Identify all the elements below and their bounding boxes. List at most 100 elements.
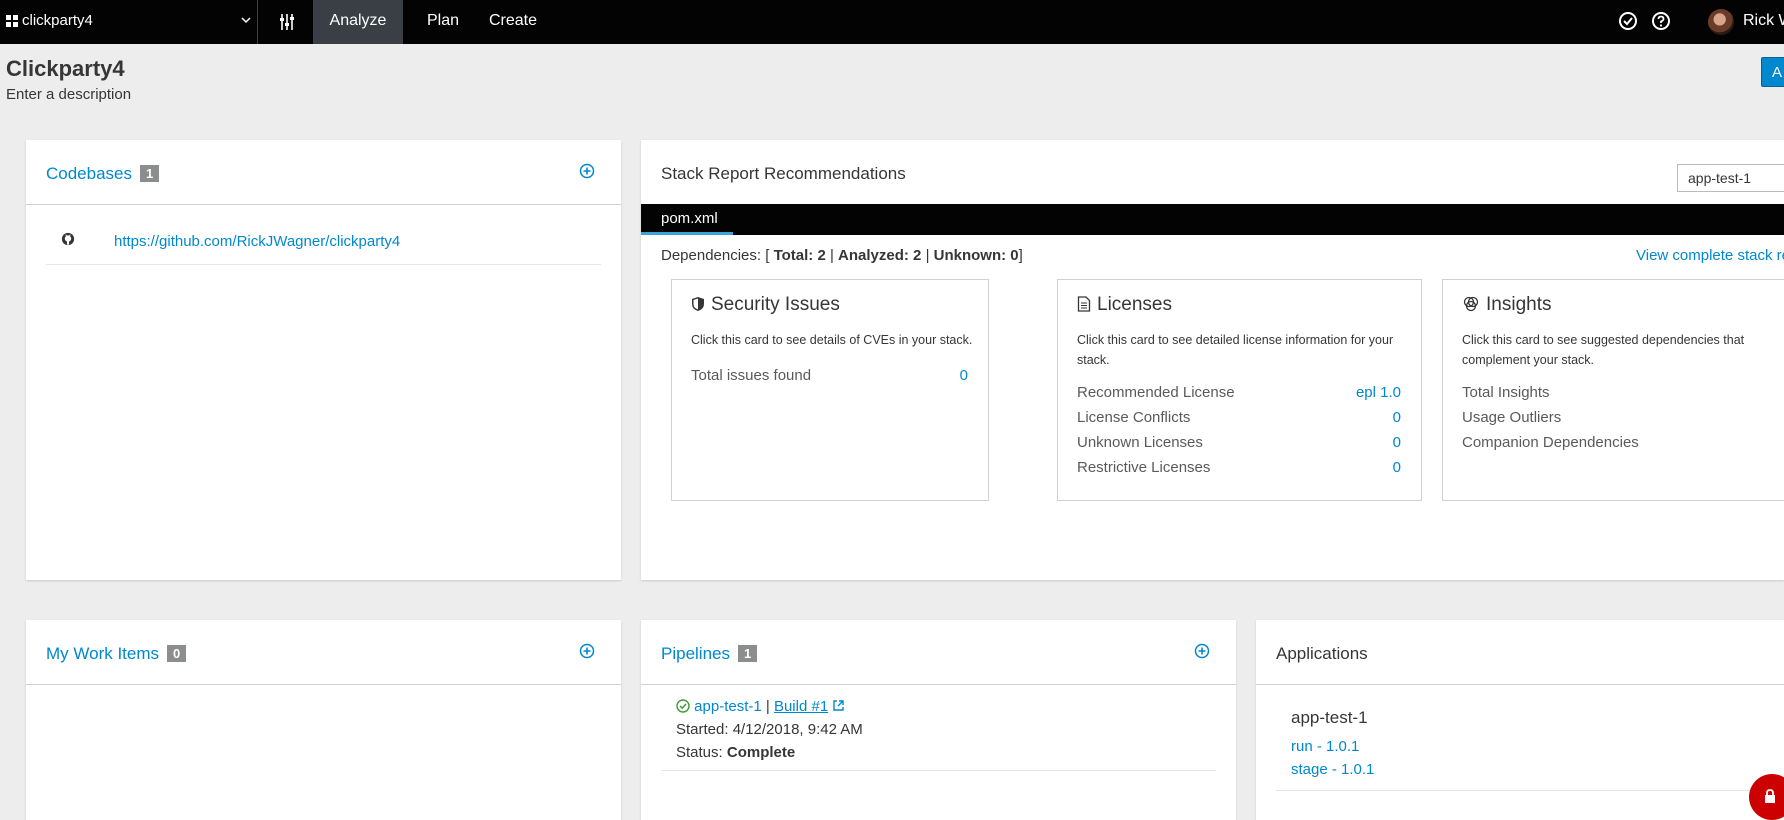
external-link-icon[interactable] — [832, 699, 845, 712]
insights-icon — [1463, 296, 1479, 312]
security-row-label: Total issues found — [691, 367, 812, 384]
view-complete-stack-report-link[interactable]: View complete stack re — [1636, 247, 1784, 264]
license-row-label: Unknown Licenses — [1077, 434, 1203, 451]
github-icon — [61, 232, 75, 246]
environment-link-stage[interactable]: stage - 1.0.1 — [1291, 761, 1374, 778]
work-items-card: My Work Items 0 — [26, 620, 621, 820]
divider — [1276, 790, 1784, 791]
work-items-card-header: My Work Items 0 — [26, 620, 621, 685]
build-link[interactable]: Build #1 — [774, 698, 828, 715]
pipelines-card-header: Pipelines 1 — [641, 620, 1236, 685]
work-items-count-badge: 0 — [167, 645, 187, 662]
licenses-title: Licenses — [1097, 294, 1172, 315]
insights-card[interactable]: Insights Click this card to see suggeste… — [1442, 279, 1784, 501]
work-items-title[interactable]: My Work Items 0 — [46, 644, 187, 664]
pipeline-status: Status: Complete — [676, 744, 795, 761]
licenses-card[interactable]: Licenses Click this card to see detailed… — [1057, 279, 1422, 501]
tab-create[interactable]: Create — [484, 0, 542, 44]
license-row-value[interactable]: 0 — [1393, 409, 1401, 426]
license-row: Recommended License epl 1.0 — [1077, 384, 1401, 401]
security-issues-description: Click this card to see details of CVEs i… — [691, 333, 973, 347]
license-row-label: License Conflicts — [1077, 409, 1191, 426]
stack-report-card: Stack Report Recommendations app-test-1 … — [641, 140, 1784, 580]
page-description[interactable]: Enter a description — [6, 86, 131, 103]
insight-row: Companion Dependencies3 — [1462, 434, 1784, 451]
pipelines-title-label[interactable]: Pipelines — [661, 644, 730, 663]
stack-report-title: Stack Report Recommendations — [661, 164, 906, 183]
deps-total: Total: 2 — [773, 247, 826, 264]
deps-prefix: Dependencies: [ — [661, 247, 774, 264]
pipelines-card: Pipelines 1 app-test-1 | Build #1 Started… — [641, 620, 1236, 820]
codebases-title-label[interactable]: Codebases — [46, 164, 132, 183]
codebases-title[interactable]: Codebases 1 — [46, 164, 160, 184]
pipeline-status-label: Status: — [676, 744, 727, 761]
license-row-label: Restrictive Licenses — [1077, 459, 1211, 476]
shield-icon — [692, 297, 704, 311]
divider — [46, 264, 601, 265]
license-row-value[interactable]: epl 1.0 — [1356, 384, 1401, 401]
pipeline-app-link[interactable]: app-test-1 — [694, 698, 762, 715]
security-row: Total issues found 0 — [691, 367, 968, 384]
tab-pom-xml[interactable]: pom.xml — [641, 204, 733, 235]
insights-heading: Insights — [1462, 294, 1551, 316]
page-title: Clickparty4 — [6, 56, 125, 81]
pipeline-row: app-test-1 | Build #1 — [676, 698, 845, 715]
work-items-title-label[interactable]: My Work Items — [46, 644, 159, 663]
insights-description: Click this card to see suggested depende… — [1462, 333, 1745, 367]
deps-suffix: ] — [1018, 247, 1023, 264]
lock-icon — [1765, 789, 1775, 803]
pipeline-started: Started: 4/12/2018, 9:42 AM — [676, 721, 863, 738]
check-circle-icon[interactable] — [1618, 11, 1638, 31]
dependencies-summary: Dependencies: [ Total: 2 | Analyzed: 2 |… — [661, 247, 1023, 264]
document-icon — [1077, 296, 1091, 312]
grid-icon — [6, 15, 19, 28]
insight-row: Usage Outliers0 — [1462, 409, 1784, 426]
avatar[interactable] — [1708, 9, 1734, 35]
insight-row-label: Total Insights — [1462, 384, 1550, 401]
sliders-icon[interactable] — [264, 0, 309, 44]
pipeline-separator: | — [761, 698, 774, 715]
tab-analyze[interactable]: Analyze — [313, 0, 403, 44]
pipelines-title[interactable]: Pipelines 1 — [661, 644, 758, 664]
chevron-down-icon — [241, 17, 251, 24]
license-row: License Conflicts 0 — [1077, 409, 1401, 426]
pipeline-status-value: Complete — [726, 744, 796, 761]
applications-card: Applications app-test-1 run - 1.0.1 stag… — [1256, 620, 1784, 820]
codebases-card-header: Codebases 1 — [26, 140, 621, 205]
codebase-link[interactable]: https://github.com/RickJWagner/clickpart… — [114, 233, 400, 250]
stack-report-tabbar: pom.xml — [641, 204, 1784, 235]
license-row: Restrictive Licenses 0 — [1077, 459, 1401, 476]
insights-title: Insights — [1486, 294, 1552, 315]
add-work-item-icon[interactable] — [579, 643, 595, 659]
space-switcher[interactable]: clickparty4 — [0, 0, 258, 44]
pipelines-count-badge: 1 — [738, 645, 758, 662]
license-row-value[interactable]: 0 — [1393, 459, 1401, 476]
licenses-heading: Licenses — [1077, 294, 1172, 316]
deps-analyzed: Analyzed: 2 — [838, 247, 922, 264]
insight-row-label: Usage Outliers — [1462, 409, 1562, 426]
codebases-card: Codebases 1 https://github.com/RickJWagne… — [26, 140, 621, 580]
add-to-space-button[interactable]: A — [1761, 57, 1784, 87]
top-navbar: clickparty4 Analyze Plan Create Rick W — [0, 0, 1784, 44]
licenses-description: Click this card to see detailed license … — [1077, 333, 1394, 367]
user-name[interactable]: Rick W — [1743, 12, 1784, 30]
success-check-icon — [676, 699, 690, 713]
codebases-count-badge: 1 — [140, 165, 160, 182]
help-icon[interactable] — [1651, 11, 1671, 31]
security-row-value[interactable]: 0 — [960, 367, 968, 384]
tab-plan[interactable]: Plan — [420, 0, 466, 44]
license-row: Unknown Licenses 0 — [1077, 434, 1401, 451]
applications-card-header: Applications — [1256, 620, 1784, 685]
divider — [661, 770, 1216, 771]
insight-row: Total Insights3 — [1462, 384, 1784, 401]
deps-unknown: Unknown: 0 — [933, 247, 1019, 264]
add-pipeline-icon[interactable] — [1194, 643, 1210, 659]
add-codebase-icon[interactable] — [579, 163, 595, 179]
environment-link-run[interactable]: run - 1.0.1 — [1291, 738, 1359, 755]
license-row-value[interactable]: 0 — [1393, 434, 1401, 451]
license-row-label: Recommended License — [1077, 384, 1235, 401]
security-issues-card[interactable]: Security Issues Click this card to see d… — [671, 279, 989, 501]
security-issues-title: Security Issues — [711, 294, 840, 315]
application-name: app-test-1 — [1291, 708, 1368, 727]
app-select[interactable]: app-test-1 — [1677, 164, 1784, 192]
